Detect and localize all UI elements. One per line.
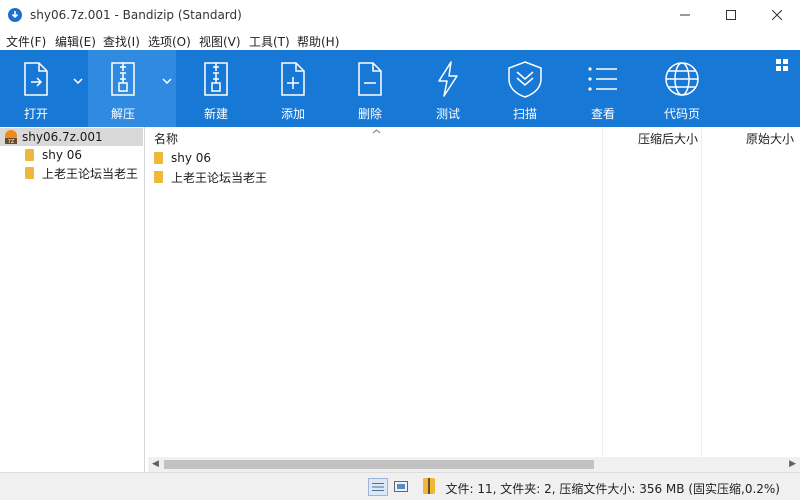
- column-header-original-size[interactable]: 原始大小: [746, 127, 794, 149]
- extract-button[interactable]: 解压: [88, 50, 158, 127]
- tree-root-item[interactable]: 7Z shy06.7z.001: [0, 128, 143, 146]
- maximize-icon: [726, 10, 736, 20]
- title-bar: shy06.7z.001 - Bandizip (Standard): [0, 0, 800, 30]
- tree-item-label: shy 06: [42, 148, 83, 162]
- shield-icon: [505, 59, 545, 99]
- add-button[interactable]: 添加: [267, 50, 319, 127]
- details-view-button[interactable]: [368, 478, 388, 496]
- layout-grid-icon[interactable]: [776, 59, 788, 74]
- tree-item-label: 上老王论坛当老王: [42, 166, 139, 181]
- list-view-icon: [585, 59, 621, 99]
- add-file-icon: [276, 59, 310, 99]
- codepage-label: 代码页: [663, 107, 700, 121]
- scan-button[interactable]: 扫描: [499, 50, 551, 127]
- add-label: 添加: [280, 107, 305, 121]
- archive-7z-icon: 7Z: [5, 130, 17, 145]
- test-label: 测试: [435, 107, 460, 121]
- folder-tree: 7Z shy06.7z.001 shy 06 上老王论坛当老王: [0, 127, 145, 472]
- chevron-down-icon: [73, 78, 83, 84]
- new-archive-icon: [199, 59, 233, 99]
- svg-text:7Z: 7Z: [8, 139, 15, 145]
- column-header-name[interactable]: 名称: [154, 127, 178, 149]
- folder-icon: [25, 167, 34, 179]
- codepage-button[interactable]: 代码页: [654, 50, 710, 127]
- lightning-icon: [431, 59, 465, 99]
- menu-file[interactable]: 文件(F): [6, 33, 46, 50]
- preview-view-icon: [394, 480, 408, 492]
- column-separator: [701, 127, 702, 457]
- minimize-icon: [680, 14, 690, 16]
- delete-button[interactable]: 删除: [344, 50, 396, 127]
- status-bar: 文件: 11, 文件夹: 2, 压缩文件大小: 356 MB (固实压缩,0.2…: [0, 472, 800, 500]
- globe-icon: [662, 59, 702, 99]
- column-header-compressed-size[interactable]: 压缩后大小: [638, 127, 698, 149]
- new-label: 新建: [203, 107, 228, 121]
- scroll-right-icon[interactable]: ▶: [789, 459, 796, 469]
- view-label: 查看: [590, 107, 615, 121]
- view-button[interactable]: 查看: [577, 50, 629, 127]
- file-row-shy06[interactable]: shy 06: [154, 149, 211, 167]
- tree-root-label: shy06.7z.001: [22, 130, 103, 144]
- file-row-laowang[interactable]: 上老王论坛当老王: [154, 168, 267, 186]
- scrollbar-thumb[interactable]: [164, 460, 594, 469]
- extract-icon: [106, 59, 140, 99]
- minimize-button[interactable]: [662, 0, 708, 30]
- window-title: shy06.7z.001 - Bandizip (Standard): [30, 8, 242, 22]
- menu-view[interactable]: 视图(V): [199, 33, 241, 50]
- close-icon: [772, 10, 782, 20]
- new-button[interactable]: 新建: [190, 50, 242, 127]
- folder-icon: [25, 149, 34, 161]
- archive-info-icon[interactable]: [423, 478, 435, 494]
- preview-view-button[interactable]: [392, 478, 410, 494]
- chevron-down-icon: [162, 78, 172, 84]
- extract-dropdown[interactable]: [158, 50, 176, 127]
- file-name: shy 06: [171, 151, 212, 165]
- folder-icon: [154, 171, 163, 183]
- status-text: 文件: 11, 文件夹: 2, 压缩文件大小: 356 MB (固实压缩,0.2…: [445, 482, 780, 496]
- file-name: 上老王论坛当老王: [171, 170, 268, 185]
- open-label: 打开: [23, 107, 48, 121]
- folder-icon: [154, 152, 163, 164]
- menu-help[interactable]: 帮助(H): [297, 33, 339, 50]
- tree-item-laowang[interactable]: 上老王论坛当老王: [25, 164, 138, 182]
- maximize-button[interactable]: [708, 0, 754, 30]
- sort-ascending-icon: [372, 129, 381, 134]
- open-icon: [19, 59, 53, 99]
- menu-find[interactable]: 查找(I): [103, 33, 140, 50]
- extract-label: 解压: [110, 107, 135, 121]
- menu-options[interactable]: 选项(O): [148, 33, 191, 50]
- open-button[interactable]: 打开: [10, 50, 62, 127]
- bandizip-app-icon: [8, 8, 22, 22]
- open-dropdown[interactable]: [68, 50, 88, 127]
- scroll-left-icon[interactable]: ◀: [152, 459, 159, 469]
- tree-item-shy06[interactable]: shy 06: [25, 146, 82, 164]
- toolbar: 打开 解压 新建 添加 删除 测试 扫描 查看 代码页: [0, 50, 800, 127]
- file-list: 名称 压缩后大小 原始大小 shy 06 上老王论坛当老王: [148, 127, 800, 457]
- delete-file-icon: [353, 59, 387, 99]
- menu-bar: 文件(F) 编辑(E) 查找(I) 选项(O) 视图(V) 工具(T) 帮助(H…: [0, 30, 800, 50]
- details-view-icon: [372, 483, 384, 491]
- column-separator: [602, 127, 603, 457]
- horizontal-scrollbar[interactable]: ◀ ▶: [148, 457, 800, 472]
- test-button[interactable]: 测试: [422, 50, 474, 127]
- close-button[interactable]: [754, 0, 800, 30]
- menu-tools[interactable]: 工具(T): [249, 33, 290, 50]
- menu-edit[interactable]: 编辑(E): [55, 33, 96, 50]
- delete-label: 删除: [357, 107, 382, 121]
- scan-label: 扫描: [512, 107, 537, 121]
